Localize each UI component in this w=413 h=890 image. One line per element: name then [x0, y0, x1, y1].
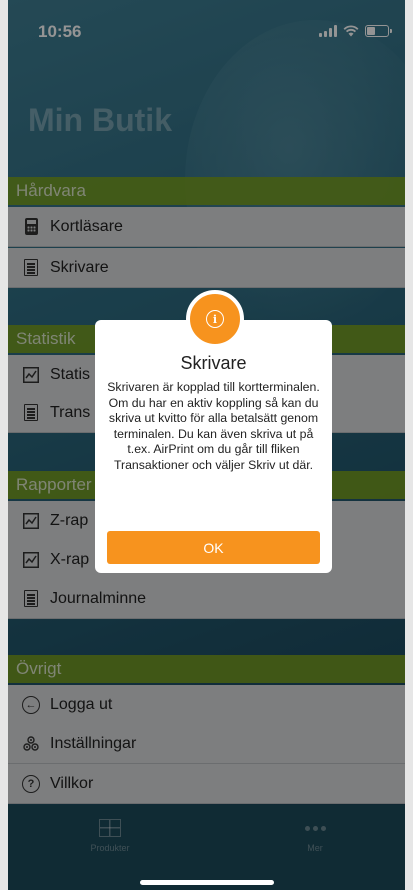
- home-indicator[interactable]: [140, 880, 274, 885]
- info-icon: i: [206, 310, 224, 328]
- printer-dialog: i Skrivare Skrivaren är kopplad till kor…: [95, 290, 332, 573]
- dialog-title: Skrivare: [180, 353, 247, 373]
- dialog-message: Skrivaren är kopplad till kortterminalen…: [107, 380, 320, 472]
- dialog-badge: i: [186, 290, 244, 348]
- app-screen: 10:56 Min Butik Hårdvara Kortläsare Skri…: [8, 0, 405, 890]
- ok-button[interactable]: OK: [107, 531, 320, 564]
